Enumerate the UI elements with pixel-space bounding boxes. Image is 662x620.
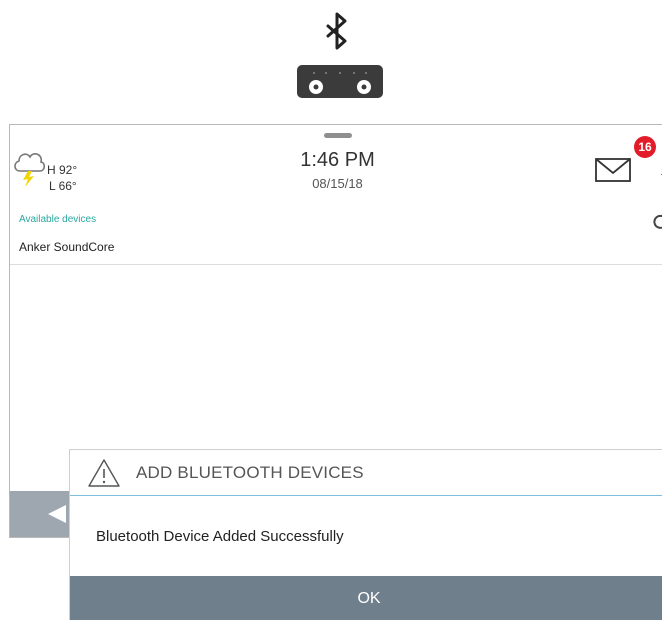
clock-time: 1:46 PM: [300, 149, 375, 171]
back-button[interactable]: [10, 491, 70, 537]
dialog-message: Bluetooth Device Added Successfully: [96, 528, 344, 545]
divider: [10, 264, 662, 265]
device-list-item[interactable]: Anker SoundCore: [19, 240, 114, 254]
message-count-badge: 16: [634, 136, 656, 158]
ok-button[interactable]: OK: [70, 576, 662, 620]
bluetooth-speaker-icon: [290, 10, 390, 100]
dialog-title: ADD BLUETOOTH DEVICES: [136, 463, 364, 482]
pull-down-handle[interactable]: [324, 133, 352, 138]
clock-date: 08/15/18: [312, 176, 363, 191]
available-devices-heading: Available devices: [19, 214, 97, 225]
envelope-icon[interactable]: [594, 149, 638, 189]
warning-icon: [87, 458, 121, 488]
dialog-header: ADD BLUETOOTH DEVICES: [70, 450, 662, 496]
stage: H 92° L 66° 1:46 PM 08/15/18 16 · Availa…: [0, 0, 662, 620]
add-bluetooth-dialog: ADD BLUETOOTH DEVICES Bluetooth Device A…: [69, 449, 662, 620]
refresh-icon[interactable]: [652, 213, 662, 231]
